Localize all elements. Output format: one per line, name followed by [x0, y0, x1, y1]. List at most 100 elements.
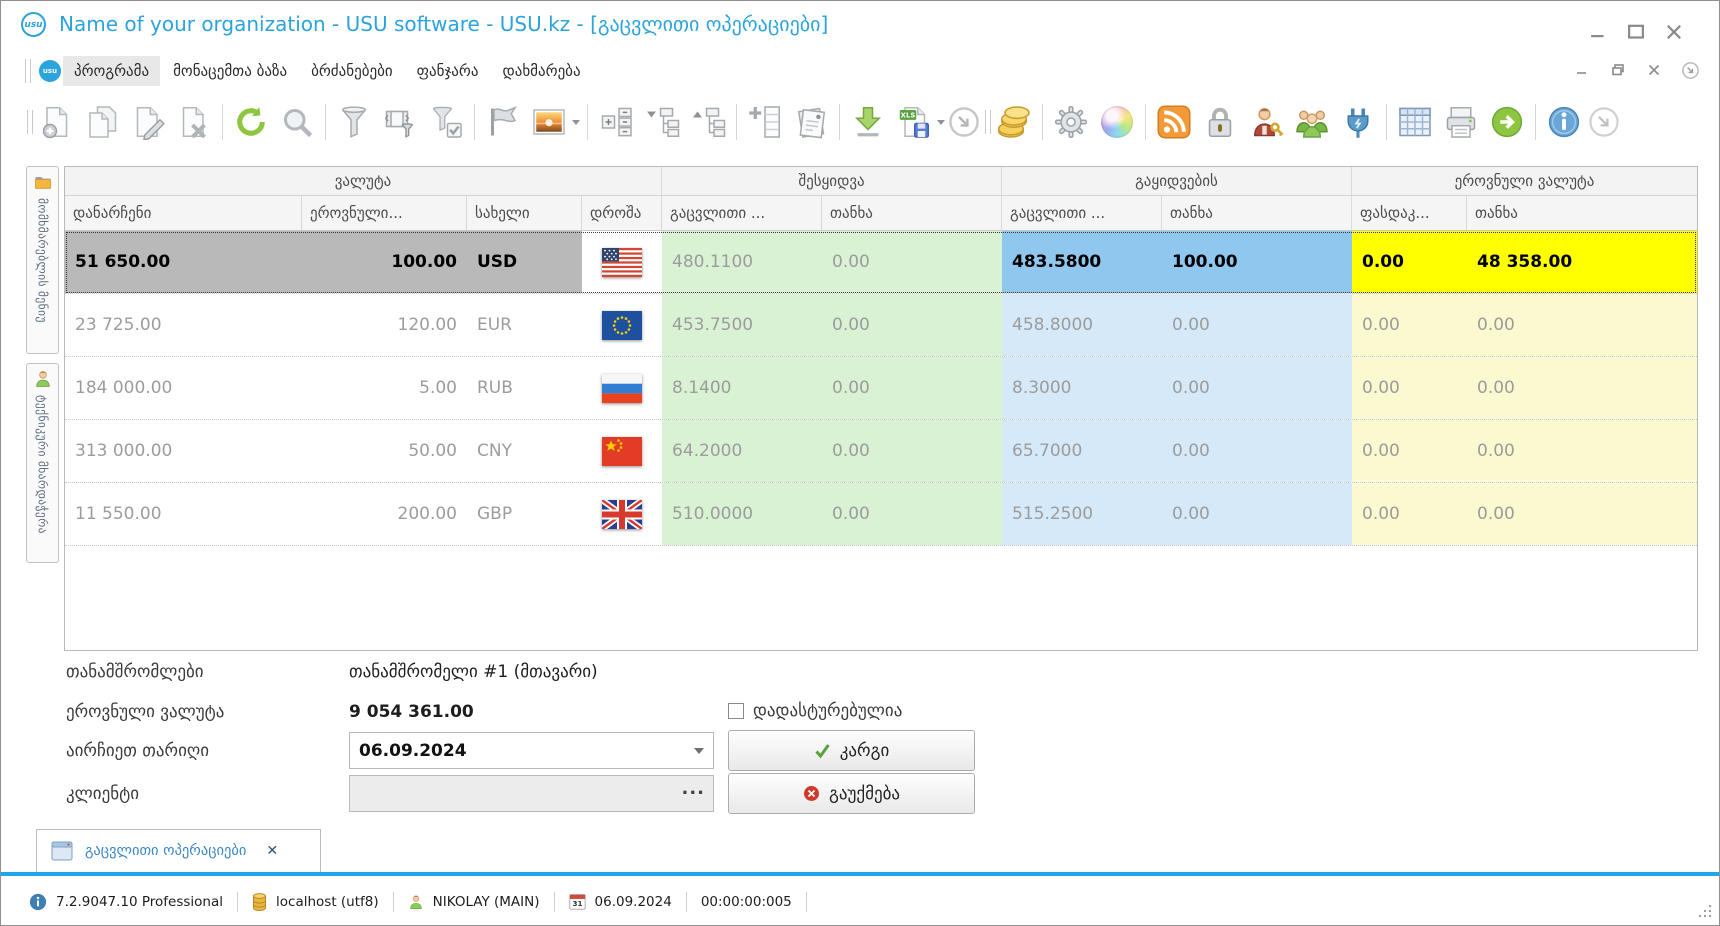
menu-commands[interactable]: ბრძანებები [300, 56, 404, 86]
cell-remaining: 184 000.00 [75, 378, 173, 398]
toolbar-separator [222, 104, 223, 140]
collapse-tree-button[interactable] [639, 99, 685, 145]
sidebar-tab-user-menu[interactable]: მომხმარებლის მენიუ [26, 166, 59, 354]
column-header-remaining[interactable]: დანარჩენი [65, 196, 302, 230]
date-combobox[interactable]: 06.09.2024 [349, 732, 714, 769]
column-header-name[interactable]: სახელი [467, 196, 582, 230]
cell-national: 200.00 [397, 504, 457, 524]
delete-record-button[interactable] [171, 99, 217, 145]
table-row-gbp[interactable]: 11 550.00 200.00 GBP 510.0000 0.00 515.2… [65, 483, 1697, 546]
group-header-sales[interactable]: გაყიდვების [1002, 167, 1352, 195]
image-dropdown-icon[interactable] [572, 119, 582, 125]
money-button[interactable] [991, 99, 1037, 145]
toolbar-separator [587, 104, 588, 140]
plugin-button[interactable] [1335, 99, 1381, 145]
mdi-close-button[interactable] [1643, 61, 1665, 79]
add-column-button[interactable] [742, 99, 788, 145]
filter-button[interactable] [331, 99, 377, 145]
menu-window[interactable]: ფანჯარა [406, 56, 490, 86]
copy-record-button[interactable] [79, 99, 125, 145]
new-record-button[interactable] [33, 99, 79, 145]
import-button[interactable] [845, 99, 891, 145]
print-button[interactable] [1438, 99, 1484, 145]
column-header-sell-rate[interactable]: გაცვლითი ... [1002, 196, 1162, 230]
column-header-national[interactable]: ეროვნული... [302, 196, 467, 230]
grid-button[interactable] [1392, 99, 1438, 145]
table-row-cny[interactable]: 313 000.00 50.00 CNY 64.2000 0.00 65.700… [65, 420, 1697, 483]
cancel-button[interactable]: გაუქმება [728, 773, 975, 814]
status-separator [237, 891, 239, 912]
chevron-down-icon[interactable] [694, 748, 704, 754]
column-header-amount[interactable]: თანხა [1467, 196, 1697, 230]
cell-sell-amount: 0.00 [1162, 294, 1352, 356]
toolbar-overflow-icon[interactable] [1587, 99, 1621, 145]
usu-menu-icon[interactable]: usu [39, 60, 61, 82]
expand-tree-button[interactable] [685, 99, 731, 145]
national-currency-value: 9 054 361.00 [349, 702, 474, 722]
menu-overflow-icon[interactable] [1679, 61, 1701, 79]
edit-record-button[interactable] [125, 99, 171, 145]
info-icon [29, 893, 47, 910]
sidebar-tab-tech-support[interactable]: ტექნიკური მხარდაჭერა [26, 363, 59, 563]
column-header-sell-amount[interactable]: თანხა [1162, 196, 1352, 230]
theme-button[interactable] [1094, 99, 1140, 145]
users-button[interactable] [1289, 99, 1335, 145]
client-lookup-button[interactable]: ... [681, 778, 705, 799]
check-icon [815, 744, 830, 759]
info-button[interactable] [1541, 99, 1587, 145]
tab-exchange-operations[interactable]: გაცვლითი ოპერაციები ✕ [36, 829, 321, 872]
table-row-usd[interactable]: 51 650.00 100.00 USD 480.1100 0.00 483.5… [65, 231, 1697, 294]
report-button[interactable] [788, 99, 834, 145]
row-height-button[interactable] [593, 99, 639, 145]
menubar-drag-handle[interactable] [25, 59, 31, 83]
menu-help[interactable]: დახმარება [491, 56, 591, 86]
maximize-button[interactable] [1625, 23, 1647, 41]
group-header-currency[interactable]: ვალუტა [65, 167, 662, 195]
client-field[interactable]: ... [349, 775, 714, 812]
resize-grip[interactable] [1697, 903, 1713, 919]
eu-flag-icon [602, 310, 642, 340]
table-row-eur[interactable]: 23 725.00 120.00 EUR 453.7500 0.00 458.8… [65, 294, 1697, 357]
cancel-button-label: გაუქმება [828, 783, 901, 804]
image-button[interactable] [526, 99, 572, 145]
menu-program[interactable]: პროგრამა [63, 56, 161, 86]
column-header-flag[interactable]: დროშა [582, 196, 662, 230]
flag-button[interactable] [480, 99, 526, 145]
mdi-restore-button[interactable] [1607, 61, 1629, 79]
filter-custom-button[interactable] [423, 99, 469, 145]
cell-amount: 48 358.00 [1467, 231, 1697, 293]
column-header-buy-rate[interactable]: გაცვლითი ... [662, 196, 822, 230]
status-time: 00:00:00:005 [700, 893, 792, 910]
close-button[interactable] [1663, 23, 1685, 41]
minimize-button[interactable] [1587, 23, 1609, 41]
refresh-button[interactable] [228, 99, 274, 145]
menu-database[interactable]: მონაცემთა ბაზა [162, 56, 298, 86]
search-button[interactable] [274, 99, 320, 145]
settings-button[interactable] [1048, 99, 1094, 145]
cell-sell-rate: 65.7000 [1002, 420, 1162, 482]
tab-close-icon[interactable]: ✕ [266, 843, 278, 859]
status-database: localhost (utf8) [276, 893, 379, 910]
rss-feed-button[interactable] [1151, 99, 1197, 145]
cell-remaining: 313 000.00 [75, 441, 173, 461]
export-xls-button[interactable]: XLS [891, 99, 937, 145]
next-button[interactable] [1484, 99, 1530, 145]
document-tab-strip: გაცვლითი ოპერაციები ✕ [1, 829, 1719, 876]
toolbar-overflow-icon[interactable] [947, 99, 981, 145]
status-bar: 7.2.9047.10 Professional localhost (utf8… [1, 876, 1719, 925]
mdi-minimize-button[interactable] [1571, 61, 1593, 79]
column-header-discount[interactable]: ფასდაკ... [1352, 196, 1467, 230]
group-header-purchase[interactable]: შესყიდვა [662, 167, 1002, 195]
ok-button[interactable]: კარგი [728, 730, 975, 771]
cell-flag [582, 483, 662, 545]
svg-text:31: 31 [572, 899, 582, 908]
lock-button[interactable] [1197, 99, 1243, 145]
status-date: 06.09.2024 [594, 893, 672, 910]
table-row-rub[interactable]: 184 000.00 5.00 RUB 8.1400 0.00 8.3000 0… [65, 357, 1697, 420]
user-permissions-button[interactable] [1243, 99, 1289, 145]
column-header-buy-amount[interactable]: თანხა [822, 196, 1002, 230]
confirmed-checkbox[interactable] [728, 703, 744, 719]
filter-window-button[interactable] [377, 99, 423, 145]
export-dropdown-icon[interactable] [937, 119, 947, 125]
group-header-national-currency[interactable]: ეროვნული ვალუტა [1352, 167, 1697, 195]
